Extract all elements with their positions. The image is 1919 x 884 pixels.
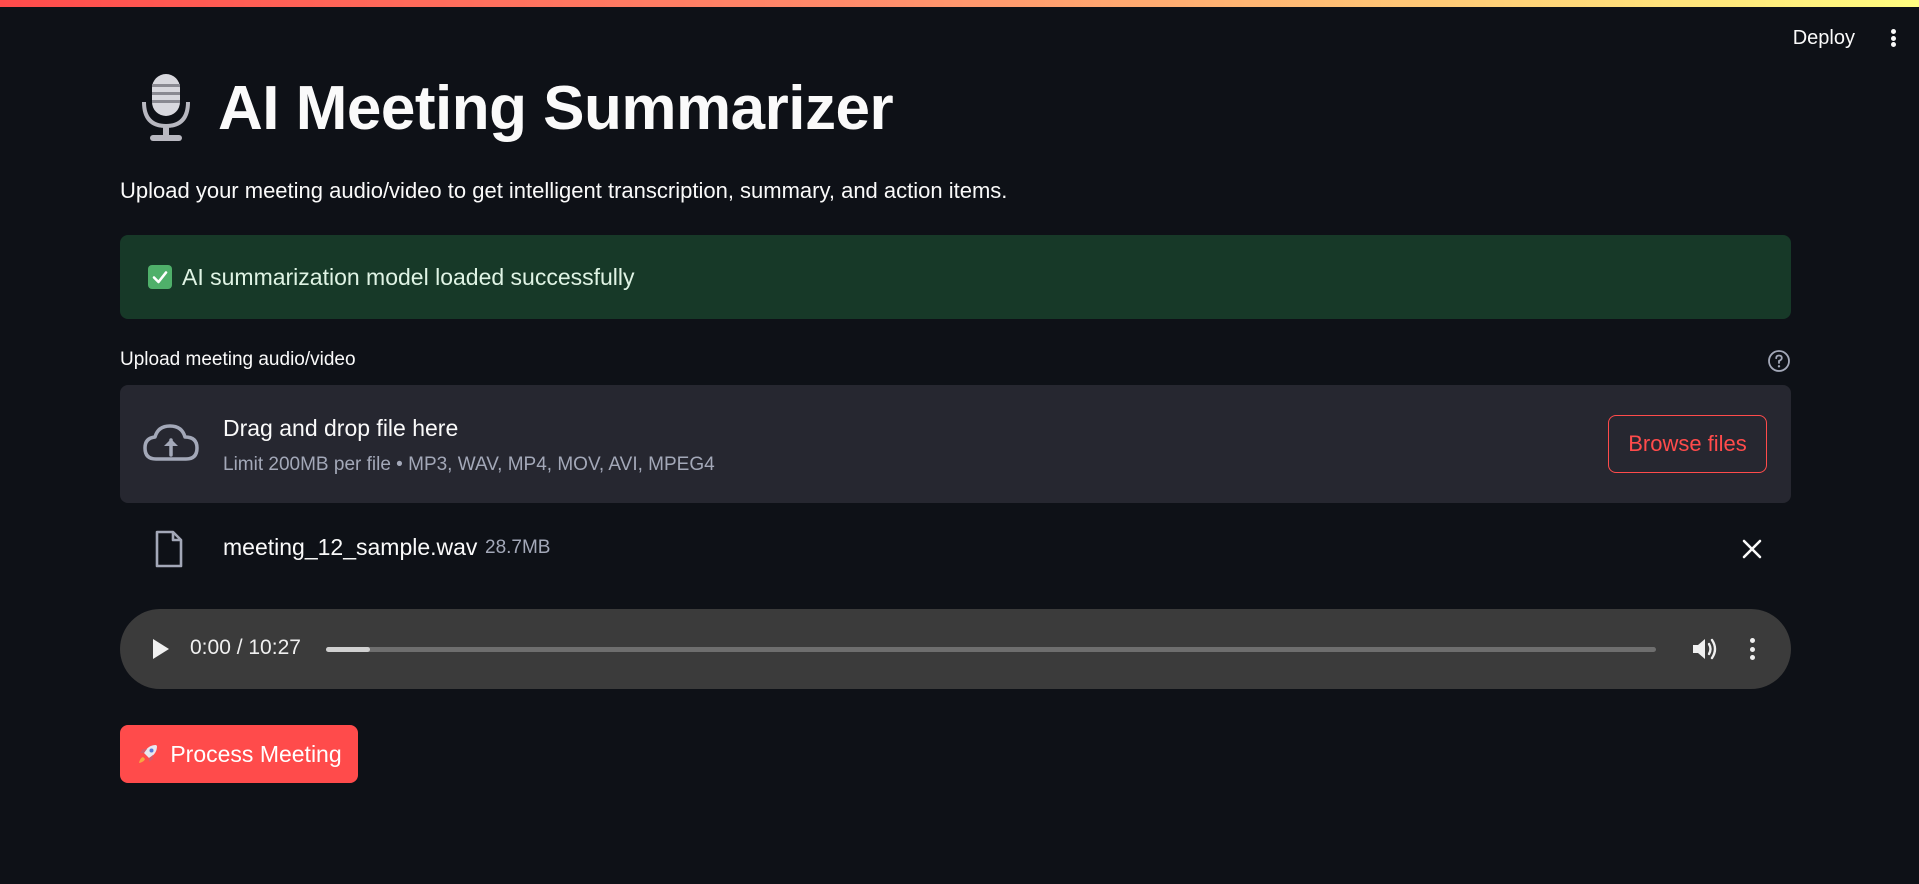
process-meeting-label: Process Meeting (170, 740, 342, 767)
page-subtitle: Upload your meeting audio/video to get i… (120, 178, 1008, 203)
main-menu-kebab-icon[interactable] (1885, 26, 1901, 50)
uploaded-file-size: 28.7MB (485, 537, 551, 558)
success-message: AI summarization model loaded successful… (182, 263, 635, 290)
title-row: AI Meeting Summarizer (140, 72, 894, 144)
audio-time: 0:00 / 10:27 (190, 636, 301, 659)
uploaded-file-row: meeting_12_sample.wav 28.7MB (120, 528, 1791, 572)
help-circle-icon[interactable] (1767, 349, 1791, 373)
close-icon[interactable] (1741, 538, 1763, 560)
top-decoration-bar (0, 0, 1919, 8)
microphone-icon (142, 74, 190, 141)
browse-files-button[interactable]: Browse files (1608, 415, 1767, 473)
success-alert: AI summarization model loaded successful… (120, 235, 1791, 319)
audio-progress-fill (326, 647, 370, 652)
file-icon (155, 530, 183, 568)
header-toolbar: Deploy (1793, 26, 1901, 50)
audio-player: 0:00 / 10:27 (120, 609, 1791, 689)
file-dropzone[interactable]: Drag and drop file here Limit 200MB per … (120, 385, 1791, 503)
rocket-icon (139, 745, 158, 763)
uploader-label: Upload meeting audio/video (120, 349, 356, 370)
deploy-button[interactable]: Deploy (1793, 27, 1855, 50)
process-meeting-button[interactable]: Process Meeting (120, 725, 358, 783)
volume-icon[interactable] (1690, 636, 1718, 662)
play-icon[interactable] (148, 636, 172, 662)
dropzone-title: Drag and drop file here (223, 415, 459, 441)
check-box-icon (148, 265, 172, 289)
uploaded-file-name: meeting_12_sample.wav (223, 534, 478, 560)
dropzone-limit-text: Limit 200MB per file • MP3, WAV, MP4, MO… (223, 454, 715, 475)
page-title: AI Meeting Summarizer (218, 73, 894, 143)
audio-progress-track[interactable] (326, 647, 1656, 652)
audio-options-kebab-icon[interactable] (1746, 636, 1758, 662)
cloud-upload-icon (143, 424, 199, 461)
